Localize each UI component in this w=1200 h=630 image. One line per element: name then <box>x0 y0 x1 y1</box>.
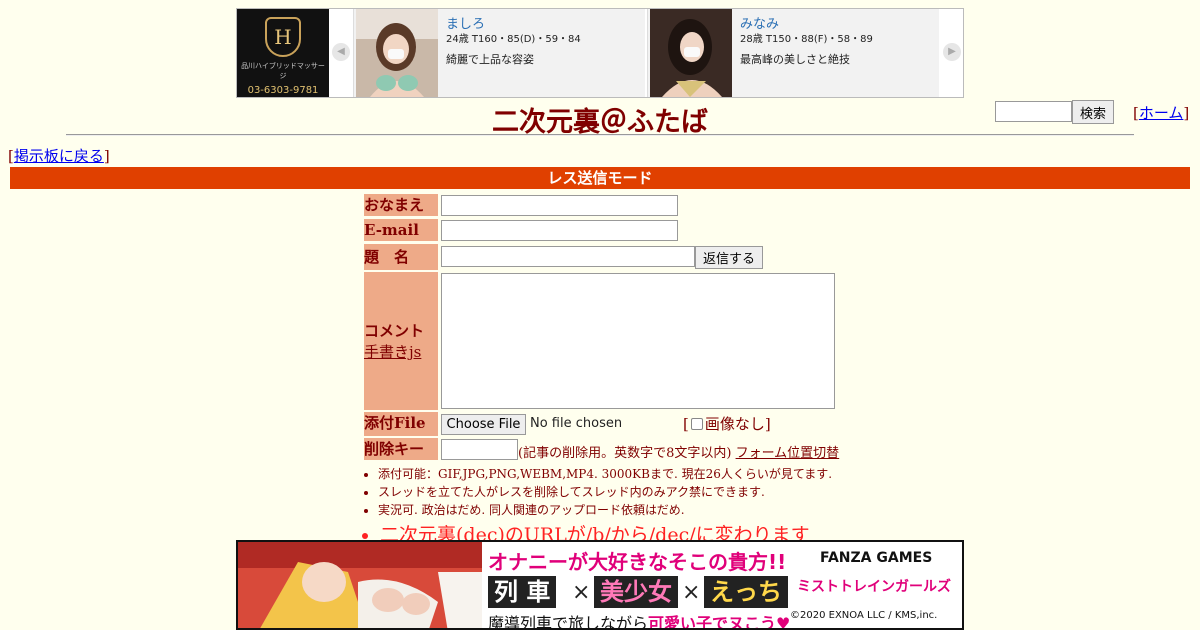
ad-photo-minami <box>650 9 732 97</box>
comment-label: コメント <box>364 322 425 340</box>
list-item: スレッドを立てた人がレスを削除してスレッド内のみアク禁にできます. <box>378 483 832 501</box>
ad-shop-phone: 03-6303-9781 <box>247 85 319 96</box>
no-image-option: [ 画像なし] <box>683 413 771 434</box>
email-input[interactable] <box>441 220 678 241</box>
bracket-close: ] <box>1183 104 1190 122</box>
bracket-close: ] <box>764 415 771 433</box>
file-status: No file chosen <box>530 416 623 431</box>
crest-icon: H <box>265 17 301 57</box>
header-divider <box>66 134 1134 136</box>
bottom-ad-banner[interactable]: オナニーが大好きなそこの貴方!! FANZA GAMES 列 車 × 美少女 ×… <box>236 540 964 630</box>
file-label: 添付File <box>364 412 438 436</box>
ad-copyright: ©2020 EXNOA LLC / KMS,inc. <box>790 610 938 621</box>
home-link[interactable]: ホーム <box>1139 104 1184 122</box>
no-image-label: 画像なし <box>704 415 765 433</box>
ad-shop-logo[interactable]: H 品川ハイブリッドマッサージ 03-6303-9781 <box>237 9 329 97</box>
ad-word-train: 列 車 <box>488 576 557 608</box>
back-to-board-link[interactable]: 掲示板に戻る <box>14 147 104 165</box>
search-input[interactable] <box>995 101 1072 122</box>
ad-times-2: × <box>682 580 701 605</box>
delete-key-note: (記事の削除用。英数字で8文字以内) <box>518 446 732 461</box>
no-image-checkbox[interactable] <box>690 418 703 430</box>
ad-subline-plain: 魔導列車で旅しながら <box>488 614 649 630</box>
submit-reply-button[interactable]: 返信する <box>695 246 763 269</box>
ad-card-desc: 綺麗で上品な容姿 <box>446 53 534 66</box>
ad-character-art <box>238 542 482 628</box>
board-rules-list: 添付可能：GIF,JPG,PNG,WEBM,MP4. 3000KBまで. 現在2… <box>360 465 832 519</box>
name-label: おなまえ <box>364 194 438 216</box>
ad-subline-pink: 可愛い子でヌこう♥ <box>648 614 791 630</box>
top-ad-banner[interactable]: H 品川ハイブリッドマッサージ 03-6303-9781 ◀ ましろ 24歳 T… <box>236 8 964 98</box>
delete-key-input[interactable] <box>441 439 518 460</box>
comment-textarea[interactable] <box>441 273 835 409</box>
delete-key-note-wrap: (記事の削除用。英数字で8文字以内) フォーム位置切替 <box>518 442 839 461</box>
ad-photo-mashiro <box>356 9 438 97</box>
form-position-toggle-link[interactable]: フォーム位置切替 <box>736 446 840 461</box>
ad-game-logo: ミストトレインガールズ <box>788 570 960 604</box>
ad-card-stats: 28歳 T150・88(F)・58・89 <box>740 34 873 45</box>
ad-card-minami[interactable]: みなみ 28歳 T150・88(F)・58・89 最高峰の美しさと絶技 <box>647 9 939 97</box>
email-label: E-mail <box>364 219 438 241</box>
ad-card-stats: 24歳 T160・85(D)・59・84 <box>446 34 581 45</box>
handwriting-link[interactable]: 手書きjs <box>364 343 421 361</box>
subject-label: 題 名 <box>364 244 438 270</box>
reply-mode-bar: レス送信モード <box>10 167 1190 189</box>
name-input[interactable] <box>441 195 678 216</box>
list-item: 添付可能：GIF,JPG,PNG,WEBM,MP4. 3000KBまで. 現在2… <box>378 465 832 483</box>
ad-next-arrow-icon[interactable]: ▶ <box>943 43 961 61</box>
bracket-open: [ <box>683 415 689 433</box>
bracket-close: ] <box>103 147 110 165</box>
comment-label-cell: コメント 手書きjs <box>364 272 438 410</box>
back-link-wrap: [掲示板に戻る] <box>8 145 110 166</box>
ad-prev-arrow-icon[interactable]: ◀ <box>332 43 350 61</box>
ad-headline: オナニーが大好きなそこの貴方!! <box>488 550 787 574</box>
home-link-wrap: [ホーム] <box>1133 102 1189 123</box>
ad-subline: 魔導列車で旅しながら可愛い子でヌこう♥ <box>488 610 791 630</box>
list-item: 実況可. 政治はだめ. 同人関連のアップロード依頼はだめ. <box>378 501 832 519</box>
delete-key-label: 削除キー <box>364 438 438 460</box>
ad-word-ecchi: えっち <box>704 576 788 608</box>
ad-word-bishoujo: 美少女 <box>594 576 678 608</box>
subject-input[interactable] <box>441 246 695 267</box>
ad-brand: FANZA GAMES <box>820 550 933 566</box>
ad-times-1: × <box>572 580 591 605</box>
choose-file-button[interactable]: Choose File <box>441 414 526 435</box>
search-button[interactable]: 検索 <box>1072 100 1114 124</box>
ad-card-mashiro[interactable]: ましろ 24歳 T160・85(D)・59・84 綺麗で上品な容姿 <box>353 9 645 97</box>
ad-shop-name: 品川ハイブリッドマッサージ <box>241 62 325 80</box>
ad-card-desc: 最高峰の美しさと絶技 <box>740 53 850 66</box>
